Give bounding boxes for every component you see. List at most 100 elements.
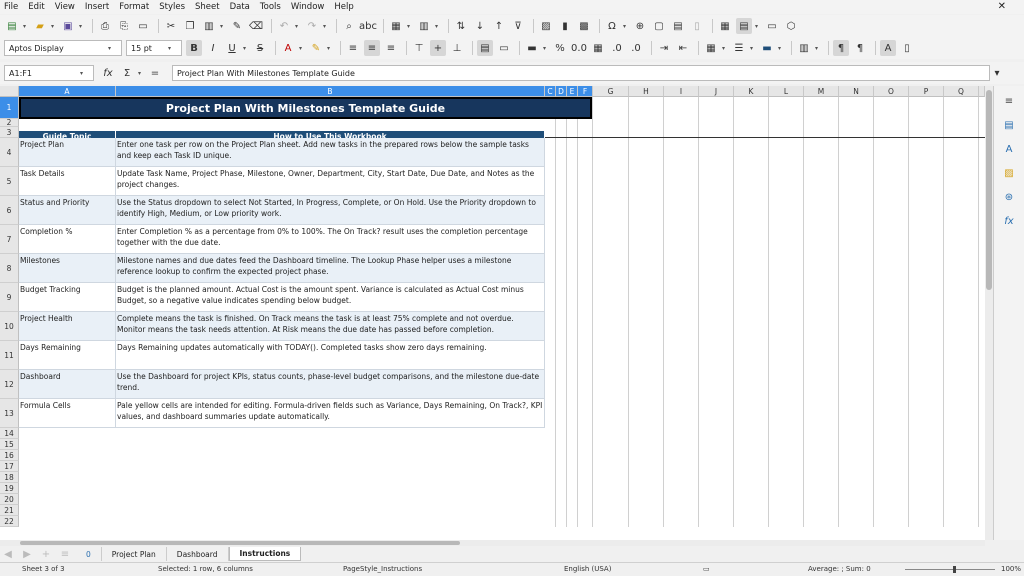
- tab-nav-first-icon[interactable]: ◀: [0, 546, 16, 562]
- freeze-rows-columns-icon[interactable]: ▦: [717, 18, 733, 34]
- date-format-icon[interactable]: ▦: [590, 40, 606, 56]
- formula-equals-icon[interactable]: =: [147, 65, 163, 81]
- open-folder-icon[interactable]: ▰: [32, 18, 48, 34]
- shapes-icon[interactable]: ⬡: [783, 18, 799, 34]
- row-header-4[interactable]: 4: [0, 138, 19, 167]
- align-bottom-icon[interactable]: ⊥: [449, 40, 465, 56]
- menu-format[interactable]: Format: [119, 2, 149, 12]
- navigator-icon[interactable]: ⊛: [1002, 190, 1016, 204]
- align-left-icon[interactable]: ≡: [345, 40, 361, 56]
- underline-icon[interactable]: U: [224, 40, 240, 56]
- menu-sheet[interactable]: Sheet: [195, 2, 220, 12]
- menu-window[interactable]: Window: [291, 2, 325, 12]
- row-header-9[interactable]: 9: [0, 283, 19, 312]
- vertical-text-icon[interactable]: ▯: [899, 40, 915, 56]
- column-header-f[interactable]: F: [578, 86, 593, 97]
- status-language[interactable]: English (USA): [564, 565, 611, 573]
- define-print-area-icon[interactable]: ▯: [689, 18, 705, 34]
- find-replace-icon[interactable]: ⌕: [341, 18, 357, 34]
- add-decimal-icon[interactable]: .0: [609, 40, 625, 56]
- instruction-cell[interactable]: Use the Status dropdown to select Not St…: [116, 196, 545, 225]
- border-color-icon[interactable]: ▬: [759, 40, 775, 56]
- row-header-5[interactable]: 5: [0, 167, 19, 196]
- column-header-n[interactable]: N: [839, 86, 874, 97]
- borders-icon[interactable]: ▦: [703, 40, 719, 56]
- row-header-12[interactable]: 12: [0, 370, 19, 399]
- menu-help[interactable]: Help: [334, 2, 353, 12]
- row-header-19[interactable]: 19: [0, 483, 19, 494]
- digital-signature-icon[interactable]: ▭: [703, 565, 710, 573]
- menu-tools[interactable]: Tools: [260, 2, 281, 12]
- instruction-cell[interactable]: Pale yellow cells are intended for editi…: [116, 399, 545, 428]
- hyperlink-icon[interactable]: ⊕: [632, 18, 648, 34]
- zoom-slider[interactable]: [905, 569, 995, 570]
- name-box[interactable]: A1:F1 ▾: [4, 65, 94, 81]
- row-header-18[interactable]: 18: [0, 472, 19, 483]
- column-header-b[interactable]: B: [116, 86, 545, 97]
- row-header-14[interactable]: 14: [0, 428, 19, 439]
- sheet-title-cell[interactable]: Project Plan With Milestones Template Gu…: [19, 97, 592, 119]
- instruction-cell[interactable]: Milestone names and due dates feed the D…: [116, 254, 545, 283]
- close-document-icon[interactable]: ✕: [998, 1, 1006, 12]
- percent-format-icon[interactable]: %: [552, 40, 568, 56]
- status-page-style[interactable]: PageStyle_Instructions: [343, 565, 422, 573]
- instruction-cell[interactable]: Budget is the planned amount. Actual Cos…: [116, 283, 545, 312]
- spreadsheet-grid[interactable]: A B C D E F G H I J K L M N O P Q 1 2 3 4 5 6 7 8 9 10 11 12 13 14 15 16…: [0, 86, 985, 540]
- expand-formula-bar-icon[interactable]: ▾: [989, 65, 1005, 81]
- topic-cell[interactable]: Formula Cells: [19, 399, 116, 428]
- sum-icon[interactable]: Σ: [119, 65, 135, 81]
- bold-icon[interactable]: B: [186, 40, 202, 56]
- paragraph-ltr-icon[interactable]: ¶: [833, 40, 849, 56]
- tab-nav-last-icon[interactable]: ▶: [19, 546, 35, 562]
- align-right-icon[interactable]: ≡: [383, 40, 399, 56]
- column-icon[interactable]: ▥: [416, 18, 432, 34]
- insert-image-icon[interactable]: ▨: [538, 18, 554, 34]
- split-window-icon[interactable]: ▤: [736, 18, 752, 34]
- menu-styles[interactable]: Styles: [159, 2, 185, 12]
- spelling-icon[interactable]: abc: [359, 18, 377, 34]
- decrease-indent-icon[interactable]: ⇤: [675, 40, 691, 56]
- sort-ascending-icon[interactable]: ↓: [472, 18, 488, 34]
- horizontal-scrollbar-thumb[interactable]: [20, 541, 460, 545]
- instruction-cell[interactable]: Days Remaining updates automatically wit…: [116, 341, 545, 370]
- column-header-h[interactable]: H: [629, 86, 664, 97]
- tab-instructions[interactable]: Instructions: [228, 547, 302, 561]
- topic-cell[interactable]: Project Plan: [19, 138, 116, 167]
- save-icon[interactable]: ▣: [60, 18, 76, 34]
- comment-icon[interactable]: ▢: [651, 18, 667, 34]
- row-header-3[interactable]: 3: [0, 127, 19, 138]
- row-header-16[interactable]: 16: [0, 450, 19, 461]
- align-middle-icon[interactable]: +: [430, 40, 446, 56]
- topic-cell[interactable]: Milestones: [19, 254, 116, 283]
- column-header-g[interactable]: G: [593, 86, 629, 97]
- instruction-cell[interactable]: Complete means the task is finished. On …: [116, 312, 545, 341]
- row-header-11[interactable]: 11: [0, 341, 19, 370]
- gallery-icon[interactable]: ▨: [1002, 166, 1016, 180]
- text-direction-icon[interactable]: A: [880, 40, 896, 56]
- topic-cell[interactable]: Completion %: [19, 225, 116, 254]
- column-header-o[interactable]: O: [874, 86, 909, 97]
- currency-format-icon[interactable]: ▬: [524, 40, 540, 56]
- special-character-icon[interactable]: Ω: [604, 18, 620, 34]
- increase-indent-icon[interactable]: ⇥: [656, 40, 672, 56]
- font-name-box[interactable]: Aptos Display ▾: [4, 40, 122, 56]
- function-wizard-icon[interactable]: fx: [100, 65, 116, 81]
- number-format-icon[interactable]: 0.0: [571, 40, 587, 56]
- paragraph-rtl-icon[interactable]: ¶: [852, 40, 868, 56]
- cut-icon[interactable]: ✂: [163, 18, 179, 34]
- formula-input[interactable]: Project Plan With Milestones Template Gu…: [172, 65, 990, 81]
- column-header-c[interactable]: C: [545, 86, 556, 97]
- delete-decimal-icon[interactable]: .0: [628, 40, 644, 56]
- column-header-i[interactable]: I: [664, 86, 699, 97]
- strikethrough-icon[interactable]: S: [252, 40, 268, 56]
- wrap-text-icon[interactable]: ▤: [477, 40, 493, 56]
- hamburger-menu-icon[interactable]: ≡: [1002, 94, 1016, 108]
- export-pdf-icon[interactable]: ⎙: [97, 18, 113, 34]
- header-footer-icon[interactable]: ▤: [670, 18, 686, 34]
- instruction-cell[interactable]: Enter one task per row on the Project Pl…: [116, 138, 545, 167]
- column-header-p[interactable]: P: [909, 86, 944, 97]
- functions-icon[interactable]: fx: [1002, 214, 1016, 228]
- clone-formatting-icon[interactable]: ✎: [229, 18, 245, 34]
- instruction-cell[interactable]: Enter Completion % as a percentage from …: [116, 225, 545, 254]
- row-header-22[interactable]: 22: [0, 516, 19, 527]
